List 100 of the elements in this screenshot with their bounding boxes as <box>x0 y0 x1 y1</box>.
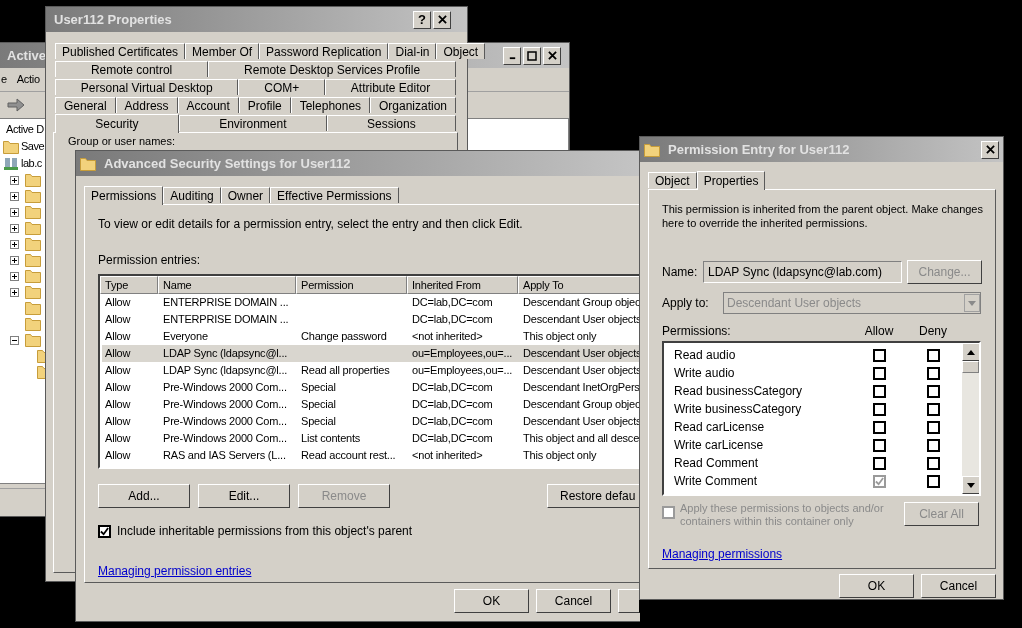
table-cell-text: Pre-Windows 2000 Com... <box>162 380 288 396</box>
permission-name: Read businessCategory <box>674 383 804 400</box>
tab[interactable]: Effective Permissions <box>270 187 399 203</box>
table-row[interactable]: Allow Pre-Windows 2000 Com... Special DC=lab,DC=com Descendant Group objec <box>102 396 640 413</box>
tab[interactable]: Sessions <box>326 115 456 131</box>
table-cell-text: ou=Employees,ou=... <box>411 363 514 379</box>
tab[interactable]: Published Certificates <box>55 43 186 59</box>
column-header[interactable]: Apply To <box>518 276 640 294</box>
table-cell-text: DC=lab,DC=com <box>411 414 494 430</box>
name-field[interactable]: LDAP Sync (ldapsync@lab.com) <box>703 261 902 283</box>
field-label: Apply to: <box>662 295 710 312</box>
column-header[interactable]: Type <box>100 276 158 294</box>
tree-root-label[interactable]: Active D <box>6 121 44 138</box>
help-link[interactable]: Managing permission entries <box>98 562 252 580</box>
tab[interactable]: Member Of <box>185 43 260 59</box>
table-cell-text: Special <box>300 380 337 396</box>
table-row[interactable]: Allow RAS and IAS Servers (L... Read account rest... <not inherited> This object only <box>102 447 640 464</box>
permission-name: Write businessCategory <box>674 401 803 418</box>
tab[interactable]: General <box>55 97 116 113</box>
menu-item[interactable]: e <box>1 71 7 88</box>
field-label: Name: <box>662 264 699 281</box>
tab[interactable]: Security <box>55 114 179 133</box>
table-cell-text: Special <box>300 397 337 413</box>
window-title: Active <box>7 46 47 65</box>
table-cell-text: <not inherited> <box>411 329 484 345</box>
tab[interactable]: Dial-in <box>388 43 437 59</box>
tab[interactable]: Permissions <box>84 186 164 205</box>
button[interactable]: Add... <box>98 484 190 508</box>
table-row[interactable]: Allow LDAP Sync (ldapsync@l... Read all properties ou=Employees,ou=... Descendant User objects <box>102 362 640 379</box>
table-row[interactable]: Allow Pre-Windows 2000 Com... Special DC=lab,DC=com Descendant InetOrgPers <box>102 379 640 396</box>
column-header: Allow <box>863 323 895 340</box>
table-cell-text: LDAP Sync (ldapsync@l... <box>162 363 289 379</box>
button[interactable]: OK <box>839 574 914 598</box>
table-row[interactable]: Allow Pre-Windows 2000 Com... Special DC=lab,DC=com Descendant User objects <box>102 413 640 430</box>
tree-item[interactable]: Save <box>3 138 45 155</box>
permission-name: Write audio <box>674 365 736 382</box>
table-cell-text: Pre-Windows 2000 Com... <box>162 397 288 413</box>
table-cell-text: Allow <box>104 329 132 345</box>
tab[interactable]: Organization <box>370 97 456 113</box>
button[interactable]: Restore defau <box>547 484 640 508</box>
table-cell-text: DC=lab,DC=com <box>411 295 494 311</box>
table-cell-text: Allow <box>104 363 132 379</box>
menu-item[interactable]: Actio <box>16 71 40 88</box>
table-cell-text: ou=Employees,ou=... <box>411 346 514 362</box>
button[interactable]: Cancel <box>921 574 996 598</box>
permission-name: Read Comment <box>674 455 760 472</box>
tab[interactable]: Remote control <box>55 61 209 77</box>
table-row[interactable]: Allow Everyone Change password <not inherited> This object only <box>102 328 640 345</box>
permission-name: Write Comment <box>674 473 759 490</box>
field-label: Group or user names: <box>68 135 175 147</box>
tab[interactable]: Telephones <box>290 97 371 113</box>
tab[interactable]: Account <box>177 97 239 113</box>
button[interactable]: Cancel <box>536 589 611 613</box>
column-header: Deny <box>918 323 948 340</box>
table-row[interactable]: Allow LDAP Sync (ldapsync@l... ou=Employees,ou=... Descendant User objects <box>102 345 640 362</box>
button[interactable]: Edit... <box>198 484 290 508</box>
table-cell-text: Allow <box>104 295 132 311</box>
table-cell-text: Allow <box>104 431 132 447</box>
table-row[interactable]: Allow ENTERPRISE DOMAIN ... DC=lab,DC=com Descendant Group objec <box>102 294 640 311</box>
table-cell-text: LDAP Sync (ldapsync@l... <box>162 346 289 362</box>
tab[interactable]: Owner <box>220 187 271 203</box>
table-cell-text: Allow <box>104 312 132 328</box>
help-button[interactable]: ? <box>413 10 431 29</box>
help-link[interactable]: Managing permissions <box>662 545 783 563</box>
table-cell-text: <not inherited> <box>411 448 484 464</box>
column-header[interactable]: Inherited From <box>407 276 518 294</box>
tab[interactable]: Personal Virtual Desktop <box>55 79 239 95</box>
tab[interactable]: Address <box>115 97 178 113</box>
tab[interactable]: Profile <box>238 97 291 113</box>
table-cell-text: Descendant Group objec <box>522 295 640 311</box>
table-cell-text: This object only <box>522 329 598 345</box>
table-cell-text: Change password <box>300 329 388 345</box>
column-header[interactable]: Permission <box>296 276 407 294</box>
instruction-text: To view or edit details for a permission entry, select the entry and then click Edit. <box>98 217 523 231</box>
table-cell-text: ENTERPRISE DOMAIN ... <box>162 312 290 328</box>
table-row[interactable]: Allow Pre-Windows 2000 Com... List contents DC=lab,DC=com This object and all desce <box>102 430 640 447</box>
table-cell-text: Allow <box>104 380 132 396</box>
tab[interactable]: Remote Desktop Services Profile <box>208 61 456 77</box>
tab[interactable]: Object <box>648 172 697 188</box>
tab[interactable]: Properties <box>696 171 766 190</box>
table-cell-text: DC=lab,DC=com <box>411 312 494 328</box>
button[interactable]: OK <box>454 589 529 613</box>
table-cell-text: DC=lab,DC=com <box>411 380 494 396</box>
table-cell-text: Allow <box>104 397 132 413</box>
column-header[interactable]: Name <box>158 276 296 294</box>
table-cell-text: Allow <box>104 414 132 430</box>
table-cell-text: DC=lab,DC=com <box>411 397 494 413</box>
table-row[interactable]: Allow ENTERPRISE DOMAIN ... DC=lab,DC=com Descendant User objects <box>102 311 640 328</box>
table-cell-text: Descendant User objects <box>522 414 640 430</box>
table-cell-text: Read account rest... <box>300 448 397 464</box>
table-cell-text: ENTERPRISE DOMAIN ... <box>162 295 290 311</box>
tree-item[interactable]: lab.c <box>3 155 42 172</box>
tab[interactable]: Attribute Editor <box>325 79 456 95</box>
table-cell-text: Descendant User objects <box>522 312 640 328</box>
tab[interactable]: Object <box>436 43 486 59</box>
tab[interactable]: Environment <box>178 115 327 131</box>
table-cell-text: RAS and IAS Servers (L... <box>162 448 287 464</box>
tab[interactable]: COM+ <box>238 79 326 95</box>
tab[interactable]: Password Replication <box>259 43 389 59</box>
tab[interactable]: Auditing <box>163 187 221 203</box>
